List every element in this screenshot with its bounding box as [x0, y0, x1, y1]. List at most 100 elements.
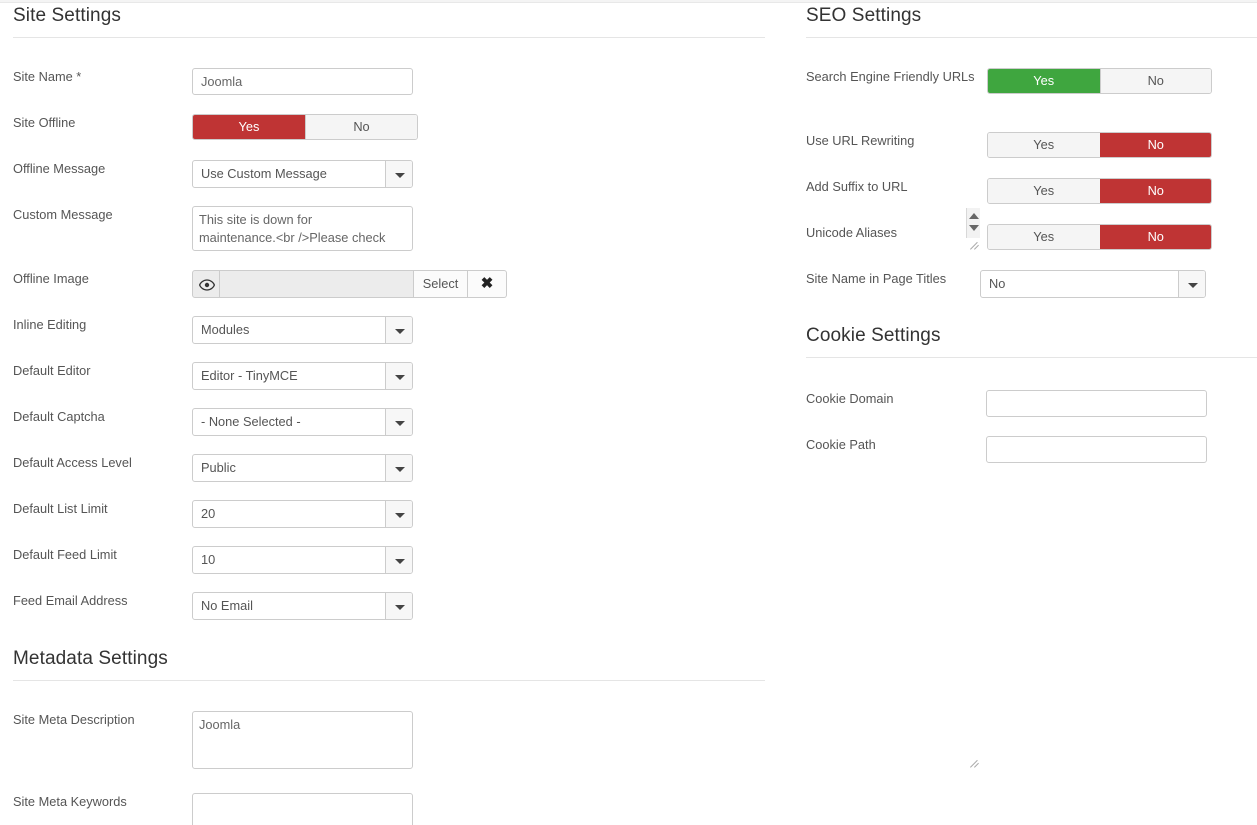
site-meta-keywords-textarea[interactable]: [192, 793, 413, 825]
offline-image-clear-button[interactable]: ✖: [468, 270, 507, 298]
url-rewriting-no[interactable]: No: [1100, 133, 1212, 157]
field-inline-editing: Inline Editing Modules: [0, 316, 790, 346]
site-offline-toggle[interactable]: Yes No: [192, 114, 418, 140]
field-default-captcha: Default Captcha - None Selected -: [0, 408, 790, 438]
offline-image-select-button[interactable]: Select: [414, 270, 468, 298]
field-unicode-aliases: Unicode Aliases Yes No: [806, 224, 1257, 254]
url-rewriting-yes[interactable]: Yes: [988, 133, 1100, 157]
custom-message-label: Custom Message: [13, 206, 188, 223]
chevron-down-icon[interactable]: [385, 363, 412, 389]
offline-image-input[interactable]: [220, 270, 414, 298]
inline-editing-select[interactable]: Modules: [192, 316, 413, 344]
default-list-limit-label: Default List Limit: [13, 500, 188, 517]
add-suffix-no[interactable]: No: [1100, 179, 1212, 203]
sef-urls-yes[interactable]: Yes: [988, 69, 1100, 93]
metadata-settings-rule: [13, 680, 765, 681]
chevron-down-icon[interactable]: [385, 593, 412, 619]
default-feed-limit-value: 10: [201, 547, 215, 573]
default-captcha-label: Default Captcha: [13, 408, 188, 425]
sef-urls-no[interactable]: No: [1100, 69, 1212, 93]
default-access-level-select[interactable]: Public: [192, 454, 413, 482]
cookie-path-label: Cookie Path: [806, 436, 984, 453]
offline-message-value: Use Custom Message: [201, 161, 327, 187]
seo-settings-section: SEO Settings Search Engine Friendly URLs…: [806, 3, 1257, 333]
field-sef-urls: Search Engine Friendly URLs Yes No: [806, 68, 1257, 98]
metadata-settings-legend: Metadata Settings: [0, 646, 790, 680]
default-list-limit-control: 20: [192, 500, 413, 528]
site-name-label: Site Name *: [13, 68, 188, 85]
default-editor-select[interactable]: Editor - TinyMCE: [192, 362, 413, 390]
default-list-limit-select[interactable]: 20: [192, 500, 413, 528]
default-access-level-control: Public: [192, 454, 413, 482]
cookie-domain-control: [986, 390, 1207, 417]
site-meta-keywords-control: [192, 793, 982, 825]
eye-icon[interactable]: [192, 270, 220, 298]
sef-urls-label: Search Engine Friendly URLs: [806, 68, 984, 85]
default-access-level-label: Default Access Level: [13, 454, 188, 471]
cookie-domain-input[interactable]: [986, 390, 1207, 417]
site-name-in-titles-value: No: [989, 271, 1005, 297]
add-suffix-control: Yes No: [987, 178, 1212, 204]
inline-editing-value: Modules: [201, 317, 249, 343]
field-site-offline: Site Offline Yes No: [0, 114, 790, 144]
field-default-editor: Default Editor Editor - TinyMCE: [0, 362, 790, 392]
feed-email-address-label: Feed Email Address: [13, 592, 188, 609]
default-captcha-control: - None Selected -: [192, 408, 413, 436]
cookie-path-control: [986, 436, 1207, 463]
site-name-in-titles-select[interactable]: No: [980, 270, 1206, 298]
field-offline-message: Offline Message Use Custom Message: [0, 160, 790, 190]
site-name-in-titles-label: Site Name in Page Titles: [806, 270, 984, 287]
site-settings-section: Site Settings Site Name * Site Offline Y…: [0, 3, 790, 663]
field-site-meta-description: Site Meta Description Joomla: [0, 711, 790, 769]
default-feed-limit-select[interactable]: 10: [192, 546, 413, 574]
field-site-name: Site Name *: [0, 68, 790, 98]
site-settings-rule: [13, 37, 765, 38]
custom-message-textarea[interactable]: This site is down for maintenance.<br />…: [192, 206, 413, 251]
default-captcha-select[interactable]: - None Selected -: [192, 408, 413, 436]
default-list-limit-value: 20: [201, 501, 215, 527]
url-rewriting-toggle[interactable]: Yes No: [987, 132, 1212, 158]
feed-email-address-select[interactable]: No Email: [192, 592, 413, 620]
site-offline-yes[interactable]: Yes: [193, 115, 305, 139]
site-offline-control: Yes No: [192, 114, 418, 140]
chevron-down-icon[interactable]: [385, 161, 412, 187]
offline-image-control: Select ✖: [192, 270, 507, 298]
unicode-aliases-no[interactable]: No: [1100, 225, 1212, 249]
offline-message-control: Use Custom Message: [192, 160, 413, 188]
metadata-settings-section: Metadata Settings Site Meta Description …: [0, 646, 790, 825]
add-suffix-yes[interactable]: Yes: [988, 179, 1100, 203]
site-name-input[interactable]: [192, 68, 413, 95]
cookie-path-input[interactable]: [986, 436, 1207, 463]
chevron-down-icon[interactable]: [385, 455, 412, 481]
default-editor-value: Editor - TinyMCE: [201, 363, 298, 389]
sef-urls-toggle[interactable]: Yes No: [987, 68, 1212, 94]
resize-grip-icon[interactable]: [969, 757, 980, 768]
add-suffix-label: Add Suffix to URL: [806, 178, 984, 195]
chevron-down-icon[interactable]: [385, 317, 412, 343]
default-editor-label: Default Editor: [13, 362, 188, 379]
chevron-down-icon[interactable]: [1178, 271, 1205, 297]
unicode-aliases-yes[interactable]: Yes: [988, 225, 1100, 249]
chevron-down-icon[interactable]: [385, 501, 412, 527]
cookie-domain-label: Cookie Domain: [806, 390, 984, 407]
site-meta-description-textarea[interactable]: Joomla: [192, 711, 413, 769]
chevron-down-icon[interactable]: [385, 547, 412, 573]
offline-message-select[interactable]: Use Custom Message: [192, 160, 413, 188]
site-settings-legend: Site Settings: [0, 3, 790, 37]
field-default-access-level: Default Access Level Public: [0, 454, 790, 484]
add-suffix-toggle[interactable]: Yes No: [987, 178, 1212, 204]
sef-urls-control: Yes No: [987, 68, 1212, 94]
site-meta-keywords-label: Site Meta Keywords: [13, 793, 188, 810]
unicode-aliases-label: Unicode Aliases: [806, 224, 984, 241]
site-name-control: [192, 68, 413, 95]
feed-email-address-control: No Email: [192, 592, 413, 620]
default-editor-control: Editor - TinyMCE: [192, 362, 413, 390]
unicode-aliases-toggle[interactable]: Yes No: [987, 224, 1212, 250]
field-site-meta-keywords: Site Meta Keywords: [0, 793, 790, 825]
chevron-down-icon[interactable]: [385, 409, 412, 435]
site-offline-no[interactable]: No: [305, 115, 417, 139]
offline-message-label: Offline Message: [13, 160, 188, 177]
cookie-settings-section: Cookie Settings Cookie Domain Cookie Pat…: [806, 323, 1257, 490]
field-offline-image: Offline Image Select ✖: [0, 270, 790, 300]
field-custom-message: Custom Message This site is down for mai…: [0, 206, 790, 251]
